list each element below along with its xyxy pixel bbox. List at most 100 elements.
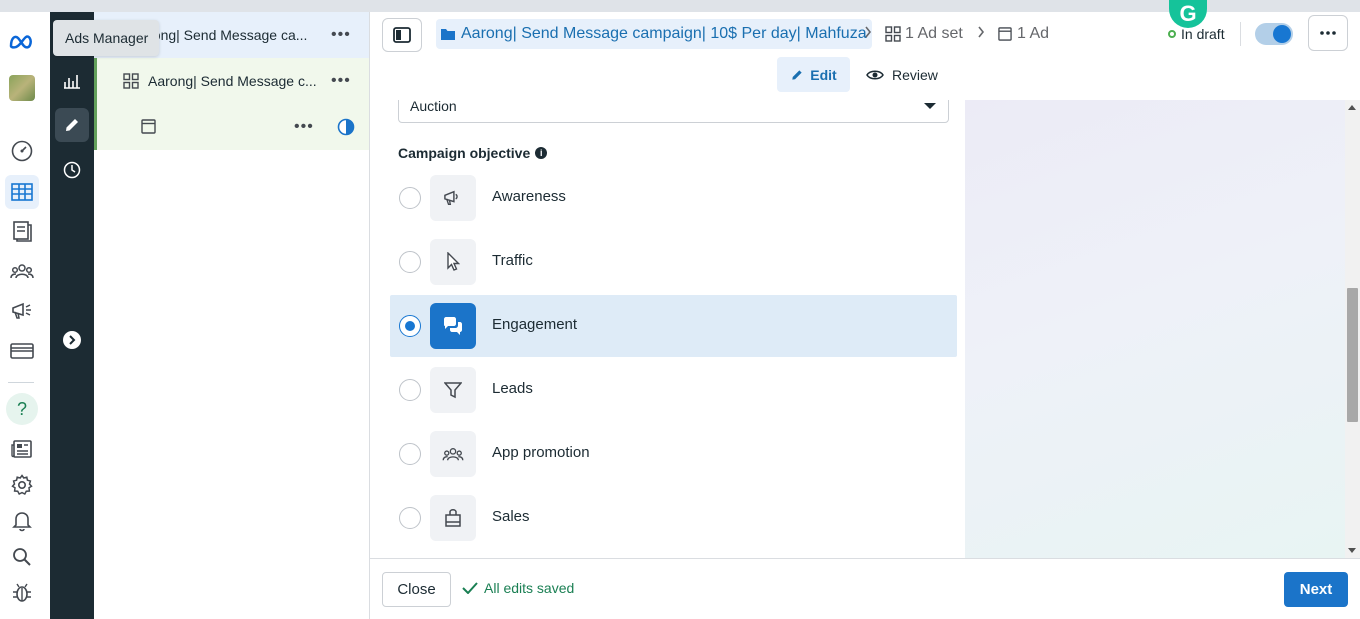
objective-radio[interactable] bbox=[399, 251, 421, 273]
objective-option-app-promotion[interactable]: App promotion bbox=[390, 423, 957, 485]
browser-top-strip bbox=[0, 0, 1360, 12]
objective-option-sales[interactable]: Sales bbox=[390, 487, 957, 549]
tree-ad-row[interactable]: ••• bbox=[94, 104, 369, 150]
analytics-bars-icon[interactable] bbox=[55, 64, 89, 98]
ad-more-icon[interactable]: ••• bbox=[294, 118, 314, 136]
objective-label: App promotion bbox=[492, 444, 590, 461]
tools-column bbox=[50, 12, 94, 619]
objective-radio[interactable] bbox=[399, 507, 421, 529]
objective-radio-selected[interactable] bbox=[399, 315, 421, 337]
eye-icon bbox=[866, 69, 884, 81]
editor-footer: Close All edits saved Next bbox=[370, 558, 1360, 619]
campaign-form: Auction Campaign objective i Awareness T… bbox=[370, 100, 965, 558]
breadcrumb-campaign[interactable]: Aarong| Send Message campaign| 10$ Per d… bbox=[436, 19, 872, 49]
save-status: All edits saved bbox=[462, 580, 574, 596]
cursor-icon bbox=[430, 239, 476, 285]
breadcrumb-ad[interactable]: 1 Ad bbox=[998, 19, 1049, 49]
ad-status-halfcircle-icon bbox=[337, 118, 355, 139]
objective-preview-panel bbox=[965, 100, 1345, 558]
header-more-button[interactable] bbox=[1308, 15, 1348, 51]
objective-label: Sales bbox=[492, 508, 530, 525]
ads-manager-tooltip: Ads Manager bbox=[53, 20, 159, 56]
help-question-icon: ? bbox=[6, 393, 38, 425]
toggle-sidebar-button[interactable] bbox=[382, 18, 422, 52]
campaigns-table-icon[interactable] bbox=[5, 175, 39, 209]
save-status-label: All edits saved bbox=[484, 580, 575, 596]
edit-mode-button[interactable]: Edit bbox=[777, 57, 850, 92]
info-icon[interactable]: i bbox=[535, 147, 548, 159]
search-icon[interactable] bbox=[5, 540, 39, 574]
scrollbar-thumb[interactable] bbox=[1347, 288, 1358, 422]
editor-header: Aarong| Send Message campaign| 10$ Per d… bbox=[370, 0, 1360, 100]
news-icon[interactable] bbox=[5, 432, 39, 466]
next-button[interactable]: Next bbox=[1284, 572, 1348, 607]
adset-grid-icon bbox=[123, 73, 139, 92]
expand-chevron-icon[interactable] bbox=[63, 331, 81, 349]
rail-divider bbox=[8, 382, 34, 383]
dropdown-caret-icon bbox=[924, 103, 936, 109]
review-mode-label: Review bbox=[892, 66, 938, 83]
breadcrumb-campaign-label: Aarong| Send Message campaign| 10$ Per d… bbox=[461, 25, 867, 42]
campaign-tree-panel: Aarong| Send Message ca... ••• Aarong| S… bbox=[94, 12, 370, 619]
settings-gear-icon[interactable] bbox=[5, 468, 39, 502]
campaign-objective-heading: Campaign objective i bbox=[398, 145, 548, 161]
breadcrumb-chevron-icon bbox=[977, 25, 985, 41]
megaphone-icon bbox=[430, 175, 476, 221]
adset-more-icon[interactable]: ••• bbox=[331, 72, 351, 90]
scroll-up-arrow-icon[interactable] bbox=[1348, 105, 1356, 110]
account-avatar[interactable] bbox=[5, 71, 39, 105]
objective-label: Engagement bbox=[492, 316, 578, 333]
breadcrumb-adset-grid-icon bbox=[885, 26, 901, 42]
objective-option-engagement[interactable]: Engagement bbox=[390, 295, 957, 357]
objective-radio[interactable] bbox=[399, 443, 421, 465]
breadcrumb-adset[interactable]: 1 Ad set bbox=[885, 19, 963, 49]
draft-status: In draft bbox=[1168, 26, 1225, 42]
ads-megaphone-icon[interactable] bbox=[5, 294, 39, 328]
people-icon bbox=[430, 431, 476, 477]
funnel-icon bbox=[430, 367, 476, 413]
pages-icon[interactable] bbox=[5, 214, 39, 248]
campaign-on-off-toggle[interactable] bbox=[1255, 23, 1293, 45]
objective-option-traffic[interactable]: Traffic bbox=[390, 231, 957, 293]
shopping-bag-icon bbox=[430, 495, 476, 541]
global-nav-rail: ? bbox=[0, 12, 50, 619]
billing-card-icon[interactable] bbox=[5, 334, 39, 368]
objective-label: Traffic bbox=[492, 252, 533, 269]
close-button[interactable]: Close bbox=[382, 572, 451, 607]
edit-pencil-icon[interactable] bbox=[55, 108, 89, 142]
meta-logo-icon[interactable] bbox=[5, 25, 39, 59]
report-bug-icon[interactable] bbox=[5, 576, 39, 610]
scroll-down-arrow-icon[interactable] bbox=[1348, 548, 1356, 553]
edit-mode-label: Edit bbox=[810, 66, 837, 83]
draft-status-label: In draft bbox=[1181, 26, 1225, 42]
breadcrumb-adset-label: 1 Ad set bbox=[905, 25, 963, 42]
objective-radio[interactable] bbox=[399, 379, 421, 401]
breadcrumb-ad-frame-icon bbox=[998, 27, 1012, 41]
dashboard-gauge-icon[interactable] bbox=[5, 134, 39, 168]
history-clock-icon[interactable] bbox=[55, 153, 89, 187]
objective-option-awareness[interactable]: Awareness bbox=[390, 167, 957, 229]
tree-adset-label: Aarong| Send Message c... bbox=[148, 73, 317, 89]
header-divider bbox=[1240, 22, 1241, 46]
review-mode-button[interactable]: Review bbox=[866, 57, 938, 92]
campaign-objective-title: Campaign objective bbox=[398, 145, 531, 161]
breadcrumb-ad-label: 1 Ad bbox=[1017, 25, 1050, 42]
scrollbar[interactable] bbox=[1345, 100, 1360, 558]
buying-type-value: Auction bbox=[410, 100, 457, 114]
objective-label: Awareness bbox=[492, 188, 566, 205]
objective-option-leads[interactable]: Leads bbox=[390, 359, 957, 421]
objective-radio[interactable] bbox=[399, 187, 421, 209]
ad-frame-icon bbox=[141, 119, 156, 137]
tree-adset-row[interactable]: Aarong| Send Message c... ••• bbox=[94, 58, 369, 104]
objective-label: Leads bbox=[492, 380, 533, 397]
notifications-bell-icon[interactable] bbox=[5, 504, 39, 538]
buying-type-select[interactable]: Auction bbox=[398, 100, 949, 123]
grammarly-icon[interactable]: G bbox=[1169, 0, 1207, 28]
campaign-more-icon[interactable]: ••• bbox=[331, 26, 351, 44]
help-button[interactable]: ? bbox=[5, 392, 39, 426]
breadcrumb-folder-icon bbox=[440, 27, 456, 41]
audiences-icon[interactable] bbox=[5, 254, 39, 288]
pencil-icon bbox=[790, 68, 804, 82]
checkmark-icon bbox=[462, 582, 478, 594]
chat-bubbles-icon bbox=[430, 303, 476, 349]
